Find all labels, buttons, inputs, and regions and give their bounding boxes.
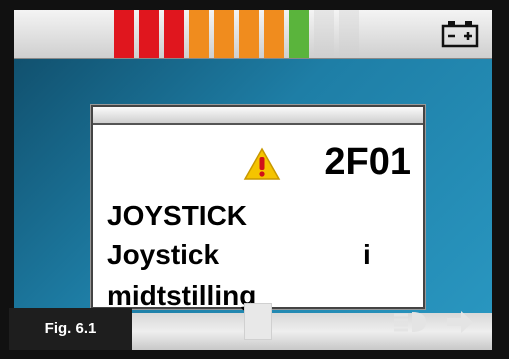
warning-icon [243,147,281,180]
arrow-right-icon [447,311,473,333]
battery-segment [139,10,159,58]
battery-segment [264,10,284,58]
battery-segment [214,10,234,58]
battery-segment [114,10,134,58]
battery-segment [314,10,334,58]
display-frame: 2F01 JOYSTICK Joystick i midtstilling Fi… [0,0,509,359]
battery-segment [239,10,259,58]
error-dialog: 2F01 JOYSTICK Joystick i midtstilling [91,105,425,311]
battery-segment [164,10,184,58]
status-bar [14,10,492,59]
battery-icon [441,21,479,48]
error-message-line-1-suffix: i [363,239,371,270]
display-screen: 2F01 JOYSTICK Joystick i midtstilling [14,10,492,350]
bottom-indicator-block [244,303,272,340]
battery-segment [339,10,359,58]
battery-segment [289,10,309,58]
figure-label: Fig. 6.1 [9,308,132,350]
headlight-icon [394,312,426,332]
error-code: 2F01 [324,141,411,183]
dialog-title-bar [93,107,423,125]
error-title: JOYSTICK [107,200,248,231]
battery-segment [189,10,209,58]
error-message-line-1: Joystick [107,239,220,270]
